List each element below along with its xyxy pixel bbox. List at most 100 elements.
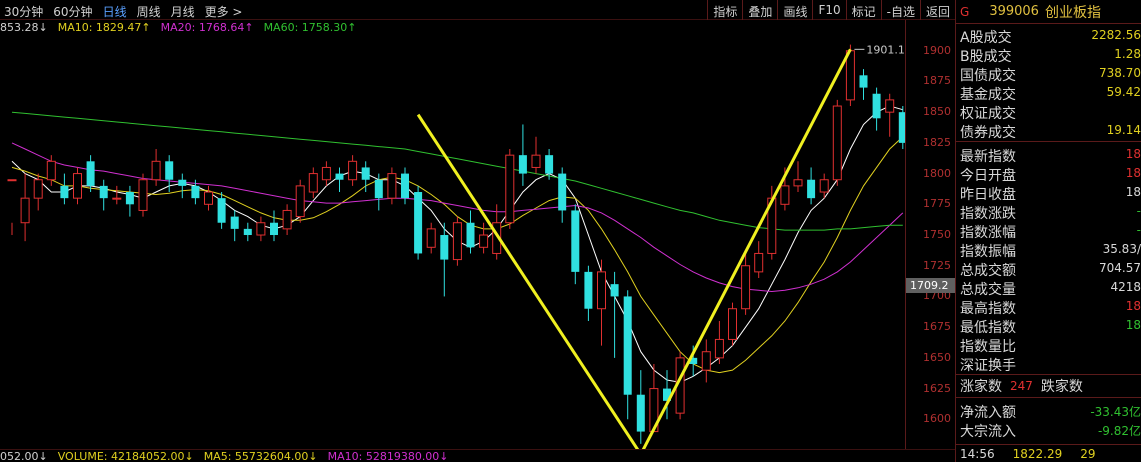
down-count-label: 跌家数 — [1040, 379, 1083, 395]
chart-svg: 1901.151571.47 — [7, 43, 905, 450]
quote-label: 指数振幅 — [960, 244, 1016, 260]
candle-body — [414, 192, 423, 254]
quote-sidebar: G 399006 创业板指 A股成交 2282.56 B股成交 1.28 国债成交 738… — [955, 0, 1141, 462]
candle-body — [636, 394, 645, 432]
candle-body — [46, 160, 56, 181]
candle-body — [807, 179, 816, 199]
price-tick-label: 1800 — [923, 166, 951, 180]
quote-value: 1.28 — [1114, 47, 1141, 61]
quote-row: 基金成交 59.42 — [956, 83, 1141, 103]
quote-label: B股成交 — [960, 49, 1012, 65]
candle-body — [282, 209, 292, 230]
candle-body — [191, 185, 200, 199]
tool-button[interactable]: -自选 — [880, 0, 920, 20]
price-axis: 1900 1875 1850 1825 1800 1775 1750 1725 1700 1675… — [905, 20, 956, 450]
candle-body — [819, 179, 829, 193]
candle-body — [374, 179, 383, 199]
candle-body — [440, 235, 449, 260]
period-tab[interactable]: 更多 > — [205, 3, 243, 20]
ma-legend-item: MA20: 1768.64↑ — [160, 21, 254, 34]
candle-body — [741, 265, 751, 310]
period-tab[interactable]: 30分钟 — [4, 3, 43, 20]
quote-label: 今日开盘 — [960, 168, 1016, 184]
volume-legend-item: VOLUME: 42184052.00↓ — [57, 450, 194, 462]
period-tab[interactable]: 日线 — [103, 3, 127, 20]
candle-body — [793, 179, 803, 187]
quote-label: 债券成交 — [960, 125, 1016, 141]
candle-body — [584, 271, 593, 309]
quote-row: 昨日收盘 18 — [956, 183, 1141, 203]
quote-value: 19.14 — [1106, 123, 1141, 137]
candle-body — [151, 160, 161, 181]
candle-body — [845, 50, 855, 101]
candle-body — [138, 179, 148, 211]
quote-row: A股成交 2282.56 — [956, 26, 1141, 46]
candle-body — [701, 351, 711, 371]
trend-line — [641, 48, 852, 450]
tool-button[interactable]: 叠加 — [742, 0, 777, 20]
quote-label: 指数涨跌 — [960, 206, 1016, 222]
candle-body — [73, 173, 82, 199]
candle-body — [466, 222, 475, 248]
index-code: 399006 — [989, 4, 1039, 19]
market-marker: G — [960, 4, 970, 19]
candle-body — [125, 192, 134, 205]
tool-button[interactable]: 标记 — [845, 0, 881, 20]
quote-label: 指数涨幅 — [960, 225, 1016, 241]
tool-button[interactable]: F10 — [812, 0, 845, 20]
candle-body — [401, 173, 409, 199]
period-tab[interactable]: 60分钟 — [53, 3, 92, 20]
candle-body — [531, 154, 541, 168]
quote-value: 704.57 — [1099, 261, 1141, 275]
volume-legend: 052.00↓ VOLUME: 42184052.00↓ MA5: 55732604… — [0, 449, 955, 462]
quote-value: -9.82亿 — [1097, 424, 1141, 438]
quote-row: 总成交量 4218 — [956, 278, 1141, 298]
ma-legend-item: MA10: 1829.47↑ — [57, 21, 151, 34]
quote-value: 18 — [1125, 299, 1141, 313]
flow-rows: 净流入额 -33.43亿 大宗流入 -9.82亿 — [956, 399, 1141, 440]
price-tick-label: 1675 — [923, 320, 951, 334]
quote-row: 最高指数 18 — [956, 297, 1141, 317]
candle-body — [33, 179, 43, 199]
index-stat-rows: 最新指数 18 今日开盘 18 昨日收盘 18 指数涨跌 - 指数涨幅 - 指数振幅 35.83/总成… — [956, 143, 1141, 374]
quote-row: 权证成交 — [956, 102, 1141, 122]
candle-body — [518, 155, 527, 174]
high-marker-label: 1901.15 — [866, 43, 905, 56]
price-tick-label: 1750 — [923, 228, 951, 241]
candle-body — [217, 198, 226, 223]
quote-label: A股成交 — [960, 30, 1012, 46]
volume-legend-item: MA10: 52819380.00↓ — [327, 450, 449, 462]
candle-body — [361, 167, 370, 180]
quote-label: 大宗流入 — [960, 424, 1016, 440]
quote-row: 最低指数 18 — [956, 316, 1141, 336]
candle-body — [335, 173, 344, 180]
price-tick-label: 1600 — [923, 412, 951, 426]
candlestick-chart[interactable]: 1901.151571.47 — [0, 36, 905, 450]
candle-body — [859, 75, 868, 88]
period-tab[interactable]: 月线 — [171, 3, 195, 20]
quote-value: - — [1136, 223, 1141, 237]
price-tick-label: 1825 — [923, 135, 951, 149]
ma-legend: 853.28↓ MA10: 1829.47↑ MA20: 1768.64↑ MA60:… — [0, 21, 356, 36]
turnover-rows: A股成交 2282.56 B股成交 1.28 国债成交 738.70 基金成交 59.42 权证… — [956, 24, 1141, 141]
volume-legend-item: MA5: 55732604.00↓ — [203, 450, 318, 462]
quote-row: 指数振幅 35.83/ — [956, 240, 1141, 260]
candle-body — [545, 155, 554, 174]
price-tick-label: 1900 — [923, 43, 951, 57]
period-tab[interactable]: 周线 — [137, 3, 161, 20]
candle-body — [452, 222, 462, 261]
quote-value: 18 — [1125, 166, 1141, 180]
quote-row: 今日开盘 18 — [956, 164, 1141, 184]
quote-row: 国债成交 738.70 — [956, 64, 1141, 84]
candle-body — [832, 105, 842, 181]
candle-body — [479, 234, 489, 248]
price-tick-label: 1650 — [923, 350, 951, 364]
tick-time: 14:56 — [960, 446, 995, 461]
tool-button[interactable]: 指标 — [707, 0, 742, 20]
tool-button[interactable]: 返回 — [919, 0, 955, 20]
candle-body — [165, 161, 174, 180]
candle-body — [558, 173, 567, 211]
price-tick-label: 1875 — [923, 74, 951, 88]
tool-button[interactable]: 画线 — [777, 0, 812, 20]
candle-body — [885, 99, 895, 113]
